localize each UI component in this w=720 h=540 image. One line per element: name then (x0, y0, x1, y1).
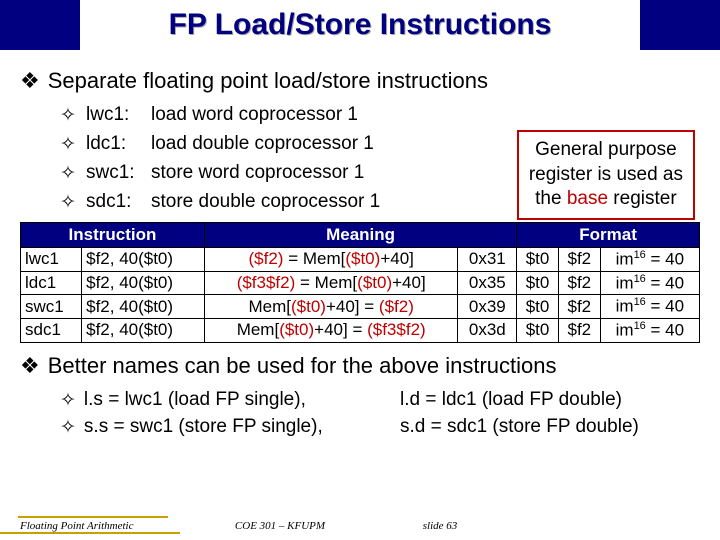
cell-meaning: Mem[($t0)+40] = ($f3$f2) (204, 318, 457, 342)
mnemonic: ldc1: (86, 133, 151, 156)
description: load word coprocessor 1 (151, 104, 358, 127)
alias-right: l.d = ldc1 (load FP double) (400, 389, 622, 412)
cell-r1: $t0 (517, 318, 559, 342)
description: store double coprocessor 1 (151, 191, 380, 214)
cell-meaning: ($f3$f2) = Mem[($t0)+40] (204, 271, 457, 295)
cell-imm: im16 = 40 (600, 295, 699, 319)
table-row: sdc1 $f2, 40($t0) Mem[($t0)+40] = ($f3$f… (21, 318, 700, 342)
mnemonic: lwc1: (86, 104, 151, 127)
cell-hex: 0x35 (458, 271, 517, 295)
heading-bullet-1: Separate floating point load/store instr… (20, 68, 700, 94)
footer: Floating Point Arithmetic COE 301 – KFUP… (0, 520, 720, 534)
cell-imm: im16 = 40 (600, 318, 699, 342)
mnemonic: swc1: (86, 162, 151, 185)
cell-imm: im16 = 40 (600, 248, 699, 272)
footer-accent-line (18, 516, 168, 518)
instruction-table: Instruction Meaning Format lwc1 $f2, 40(… (20, 222, 700, 343)
cell-op: sdc1 (21, 318, 82, 342)
page-title: FP Load/Store Instructions (80, 0, 640, 50)
footer-course: COE 301 – KFUPM (180, 520, 380, 534)
table-row: ldc1 $f2, 40($t0) ($f3$f2) = Mem[($t0)+4… (21, 271, 700, 295)
cell-args: $f2, 40($t0) (82, 271, 205, 295)
content: Separate floating point load/store instr… (0, 50, 720, 439)
footer-slide-number: slide 63 (380, 520, 500, 534)
callout-line: register (608, 188, 677, 209)
cell-op: lwc1 (21, 248, 82, 272)
col-meaning: Meaning (204, 223, 516, 248)
col-format: Format (517, 223, 700, 248)
table-row: swc1 $f2, 40($t0) Mem[($t0)+40] = ($f2) … (21, 295, 700, 319)
heading-bullet-2: Better names can be used for the above i… (20, 353, 700, 379)
alias-row: s.s = swc1 (store FP single), s.d = sdc1… (60, 416, 700, 439)
table-row: lwc1 $f2, 40($t0) ($f2) = Mem[($t0)+40] … (21, 248, 700, 272)
alias-left: l.s = lwc1 (load FP single), (60, 389, 400, 412)
cell-args: $f2, 40($t0) (82, 295, 205, 319)
cell-r1: $t0 (517, 248, 559, 272)
cell-hex: 0x31 (458, 248, 517, 272)
mnemonic: sdc1: (86, 191, 151, 214)
cell-r1: $t0 (517, 271, 559, 295)
footer-topic: Floating Point Arithmetic (0, 520, 180, 534)
cell-meaning: ($f2) = Mem[($t0)+40] (204, 248, 457, 272)
cell-imm: im16 = 40 (600, 271, 699, 295)
cell-hex: 0x39 (458, 295, 517, 319)
cell-r1: $t0 (517, 295, 559, 319)
description: store word coprocessor 1 (151, 162, 364, 185)
cell-r2: $f2 (558, 295, 600, 319)
callout-line: register is used as (529, 164, 683, 185)
sub-item: lwc1:load word coprocessor 1 (60, 104, 700, 127)
col-instruction: Instruction (21, 223, 205, 248)
cell-r2: $f2 (558, 318, 600, 342)
cell-r2: $f2 (558, 271, 600, 295)
cell-op: swc1 (21, 295, 82, 319)
alias-right: s.d = sdc1 (store FP double) (400, 416, 639, 439)
callout-line: General purpose (535, 139, 677, 160)
cell-hex: 0x3d (458, 318, 517, 342)
alias-row: l.s = lwc1 (load FP single), l.d = ldc1 … (60, 389, 700, 412)
alias-left: s.s = swc1 (store FP single), (60, 416, 400, 439)
cell-r2: $f2 (558, 248, 600, 272)
cell-op: ldc1 (21, 271, 82, 295)
cell-args: $f2, 40($t0) (82, 318, 205, 342)
title-bar: FP Load/Store Instructions (0, 0, 720, 50)
cell-meaning: Mem[($t0)+40] = ($f2) (204, 295, 457, 319)
callout-box: General purpose register is used as the … (517, 130, 695, 220)
callout-base-word: base (567, 188, 608, 209)
table-header-row: Instruction Meaning Format (21, 223, 700, 248)
cell-args: $f2, 40($t0) (82, 248, 205, 272)
callout-line: the (535, 188, 567, 209)
description: load double coprocessor 1 (151, 133, 374, 156)
